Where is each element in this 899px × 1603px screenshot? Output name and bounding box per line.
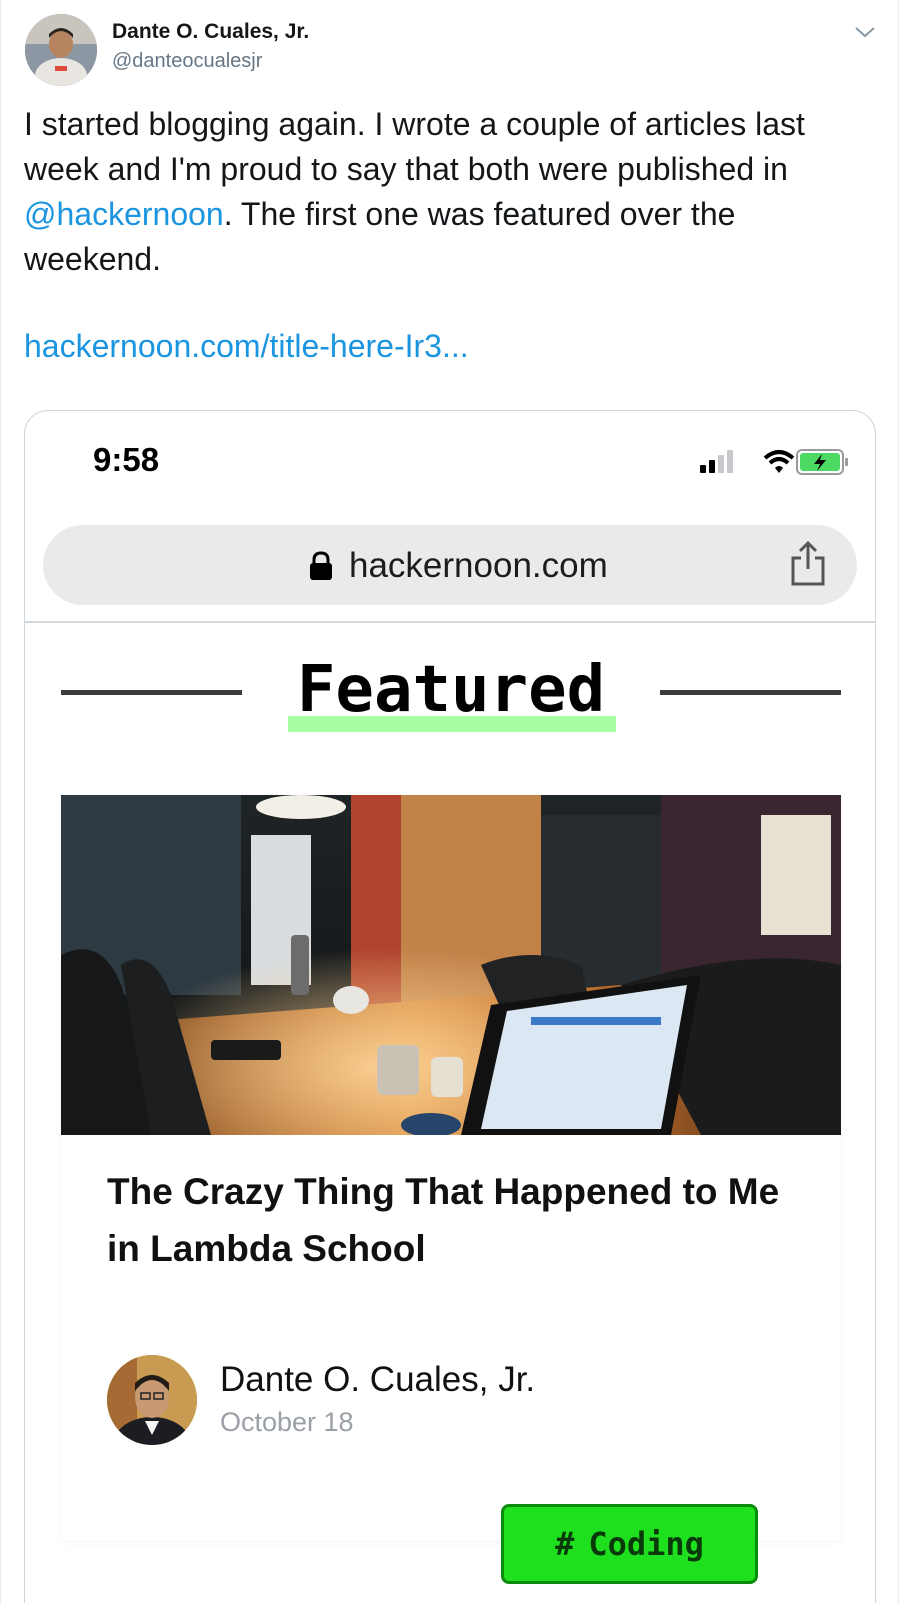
- author-photo: [107, 1355, 197, 1445]
- featured-rule-left: [61, 690, 242, 695]
- avatar-photo: [25, 14, 97, 86]
- tweet: Dante O. Cuales, Jr. @danteocualesjr I s…: [0, 0, 899, 1603]
- signal-icon: [700, 450, 733, 473]
- article-cover-image[interactable]: [61, 795, 841, 1135]
- hash-icon: #: [555, 1525, 575, 1563]
- article-title[interactable]: The Crazy Thing That Happened to Me in L…: [107, 1163, 797, 1277]
- featured-heading: Featured: [296, 653, 606, 727]
- article-card[interactable]: The Crazy Thing That Happened to Me in L…: [61, 795, 841, 1540]
- chevron-down-icon[interactable]: [853, 22, 877, 42]
- article-author-avatar[interactable]: [107, 1355, 197, 1445]
- battery-icon: [796, 449, 848, 475]
- author-avatar[interactable]: [25, 14, 97, 86]
- mention-link[interactable]: @hackernoon: [24, 196, 224, 232]
- article-author-name[interactable]: Dante O. Cuales, Jr.: [220, 1360, 535, 1400]
- cover-photo: [61, 795, 841, 1135]
- status-icons: [700, 449, 848, 475]
- article-date: October 18: [220, 1407, 354, 1437]
- tweet-text: I started blogging again. I wrote a coup…: [24, 102, 874, 282]
- wifi-icon: [763, 450, 795, 473]
- tag-coding-button[interactable]: # Coding: [501, 1504, 758, 1584]
- tag-label: Coding: [588, 1525, 704, 1563]
- author-name[interactable]: Dante O. Cuales, Jr.: [112, 20, 309, 44]
- featured-rule-right: [660, 690, 841, 695]
- browser-divider: [25, 621, 875, 623]
- share-icon[interactable]: [788, 541, 828, 587]
- lock-icon: [310, 551, 332, 580]
- url-text: hackernoon.com: [349, 546, 608, 585]
- tweet-url-link[interactable]: hackernoon.com/title-here-Ir3...: [24, 328, 469, 365]
- media-image[interactable]: 9:58 hackernoon.com Featured The Crazy T…: [24, 410, 876, 1603]
- status-time: 9:58: [93, 441, 160, 478]
- tweet-text-before: I started blogging again. I wrote a coup…: [24, 106, 805, 187]
- author-handle[interactable]: @danteocualesjr: [112, 50, 262, 73]
- browser-address-bar[interactable]: hackernoon.com: [43, 525, 857, 605]
